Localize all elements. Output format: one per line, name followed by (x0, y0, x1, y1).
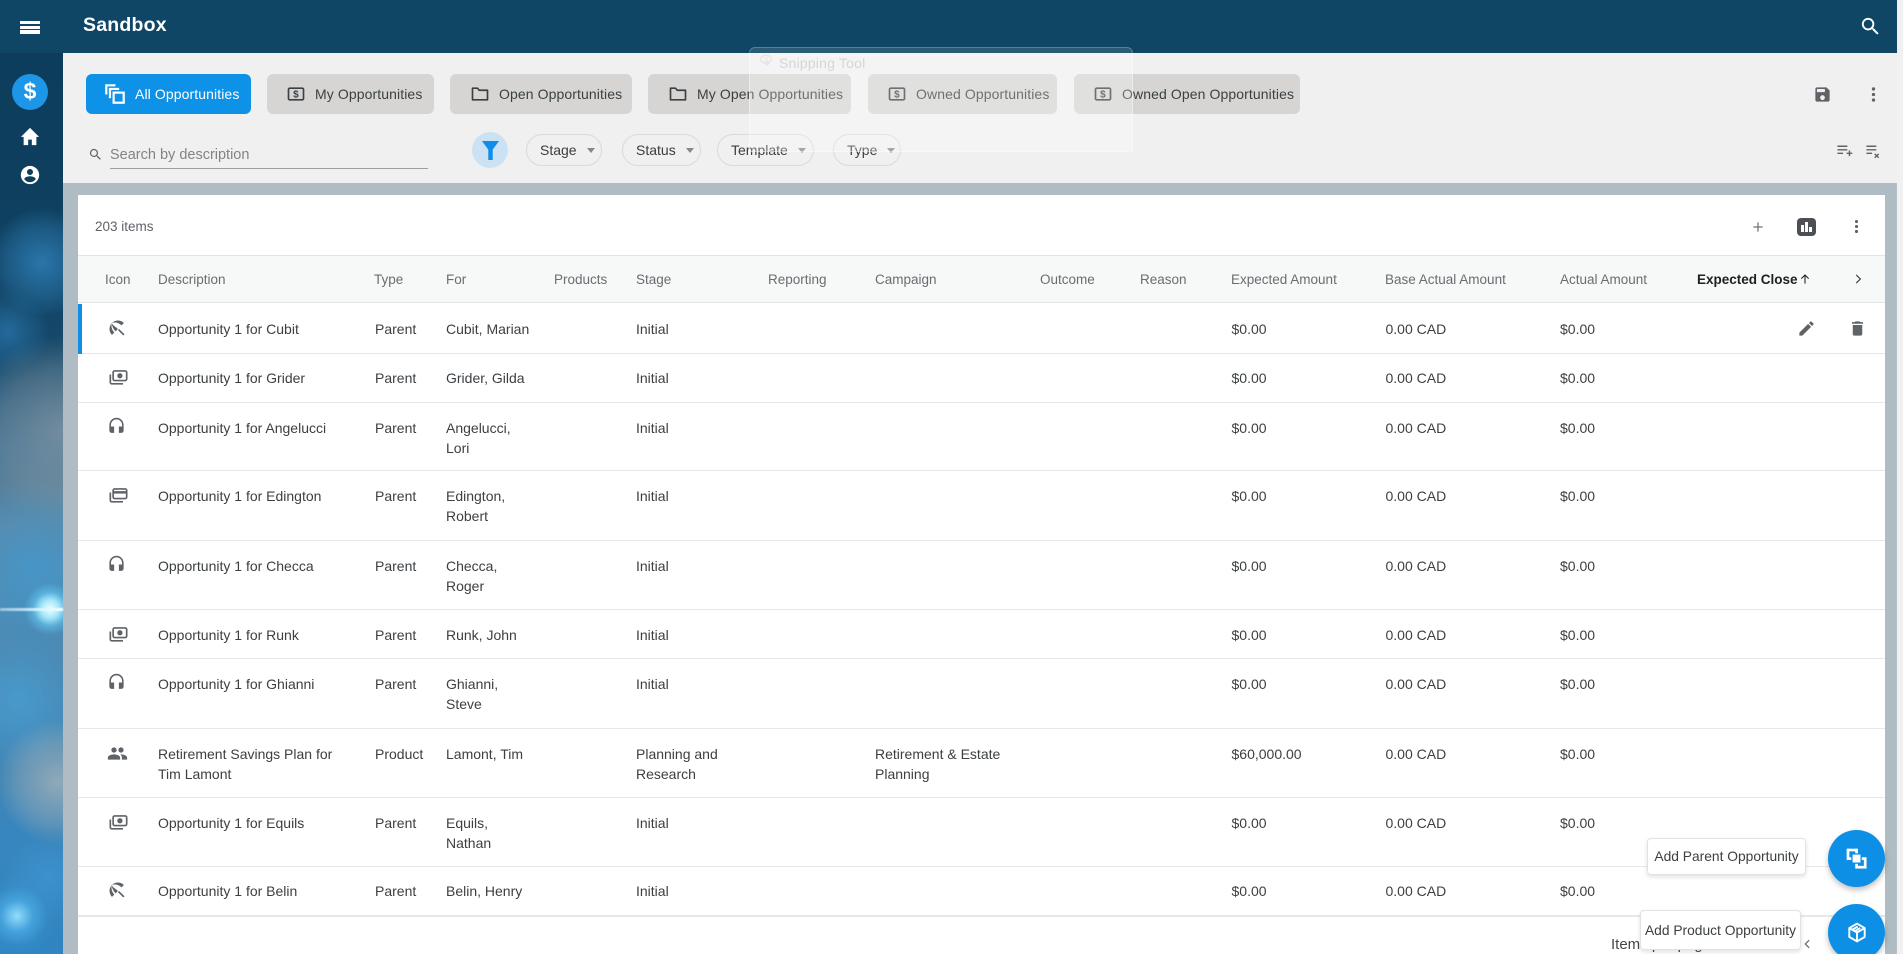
svg-text:$: $ (293, 90, 299, 101)
